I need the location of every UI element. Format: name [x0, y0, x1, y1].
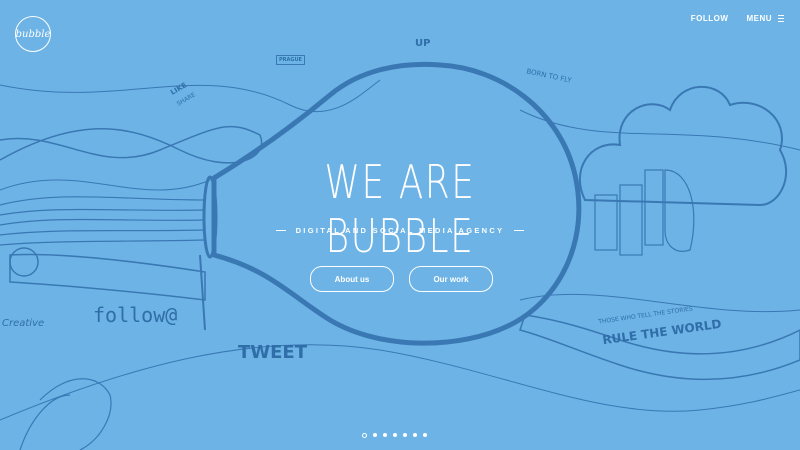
logo-text: bubble	[15, 28, 51, 40]
pagination-dot[interactable]	[393, 433, 397, 437]
prague-sign: PRAGUE	[276, 55, 305, 65]
hero-subtitle: DIGITAL AND SOCIAL MEDIA AGENCY	[250, 226, 550, 235]
follow-doodle: follow@	[93, 303, 178, 327]
pagination-dot[interactable]	[373, 433, 377, 437]
about-us-button[interactable]: About us	[310, 266, 394, 292]
pagination-dot[interactable]	[403, 433, 407, 437]
our-work-button[interactable]: Our work	[409, 266, 493, 292]
pagination-dot[interactable]	[362, 433, 367, 438]
subtitle-dash-right	[514, 230, 525, 231]
hero-stage: bubble FOLLOW MENU UP PRAGUE LIKE SHARE …	[0, 0, 800, 450]
follow-link[interactable]: FOLLOW	[691, 14, 729, 23]
tweet-doodle: TWEET	[238, 342, 308, 363]
menu-button[interactable]: MENU	[746, 14, 784, 23]
pagination-dot[interactable]	[383, 433, 387, 437]
brand-logo[interactable]: bubble	[15, 16, 51, 52]
menu-label: MENU	[746, 14, 772, 23]
subtitle-text: DIGITAL AND SOCIAL MEDIA AGENCY	[295, 226, 505, 235]
creative-doodle: Creative	[2, 318, 45, 329]
pagination-dots	[362, 433, 427, 438]
pagination-dot[interactable]	[413, 433, 417, 437]
top-navigation: FOLLOW MENU	[691, 14, 784, 23]
pagination-dot[interactable]	[423, 433, 427, 437]
subtitle-dash-left	[275, 230, 286, 231]
up-doodle: UP	[415, 38, 431, 49]
hero-title: WE ARE BUBBLE	[324, 155, 476, 263]
hamburger-icon	[778, 15, 784, 22]
